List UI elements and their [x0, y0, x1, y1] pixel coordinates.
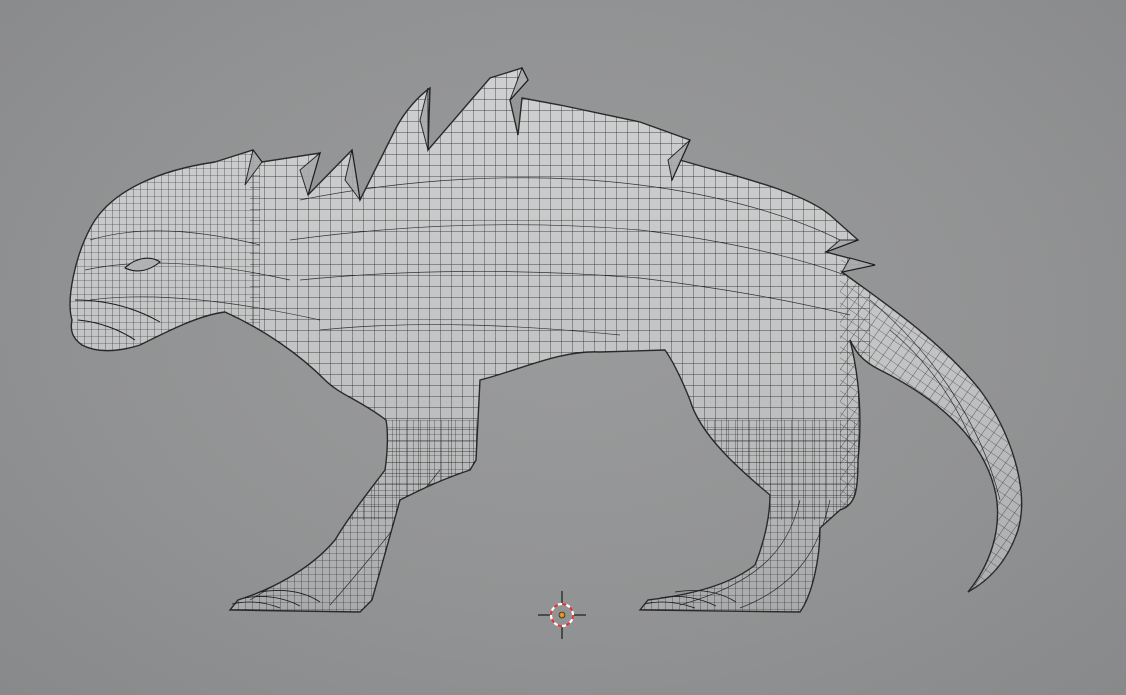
3d-cursor-icon[interactable] [538, 591, 586, 639]
creature-mesh[interactable] [0, 0, 1126, 695]
creature-body[interactable] [60, 60, 1040, 620]
3d-viewport[interactable] [0, 0, 1126, 695]
